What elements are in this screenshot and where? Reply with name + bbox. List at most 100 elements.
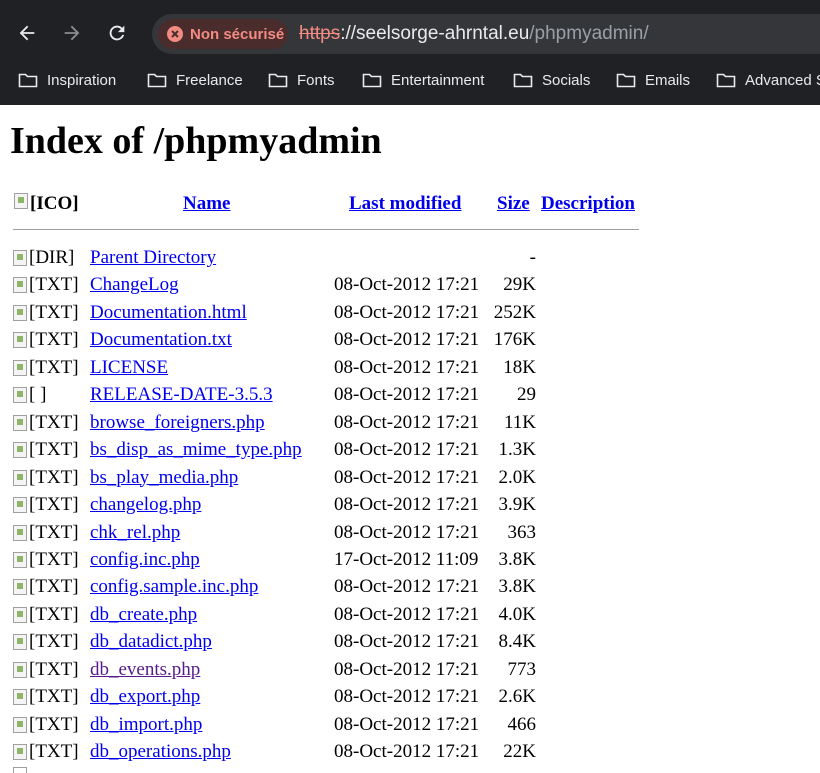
file-type-alt: [TXT] (29, 741, 79, 763)
broken-image-icon (13, 387, 27, 404)
broken-image-icon (13, 661, 27, 678)
security-chip[interactable]: Non sécurisé (158, 19, 288, 49)
file-name-cell: bs_disp_as_mime_type.php (90, 439, 302, 461)
back-button[interactable] (13, 19, 41, 47)
forward-button[interactable] (58, 19, 86, 47)
file-modified: 08-Oct-2012 17:21 (334, 631, 480, 653)
file-link[interactable]: db_import.php (90, 714, 202, 735)
folder-icon (18, 73, 38, 88)
file-size: 2.0K (498, 466, 536, 488)
bookmark-socials[interactable]: Socials (513, 62, 590, 98)
file-size: 773 (507, 658, 537, 680)
file-type-alt: [TXT] (29, 466, 79, 488)
broken-image-icon (13, 634, 27, 651)
file-link[interactable]: chk_rel.php (90, 522, 180, 543)
file-size: 29 (517, 384, 536, 406)
file-link[interactable]: db_operations.php (90, 741, 231, 762)
broken-image-icon (13, 469, 27, 486)
bookmark-emails[interactable]: Emails (616, 62, 690, 98)
file-modified: 08-Oct-2012 17:21 (334, 356, 480, 378)
file-modified: 08-Oct-2012 17:21 (334, 686, 480, 708)
file-size: 18K (503, 356, 536, 378)
broken-image-icon (13, 689, 27, 706)
file-link[interactable]: config.sample.inc.php (90, 576, 258, 597)
file-link[interactable]: db_create.php (90, 604, 197, 625)
file-type-alt: [TXT] (29, 603, 79, 625)
file-type-alt: [TXT] (29, 411, 79, 433)
file-name-cell: config.sample.inc.php (90, 576, 258, 598)
folder-icon (513, 73, 533, 88)
file-modified: 08-Oct-2012 17:21 (334, 603, 480, 625)
file-type-alt: [DIR] (29, 247, 75, 268)
broken-image-icon (13, 551, 27, 568)
file-link[interactable]: Parent Directory (90, 247, 216, 268)
file-link[interactable]: ChangeLog (90, 274, 179, 295)
arrow-right-icon (64, 25, 80, 41)
bookmark-entertainment[interactable]: Entertainment (362, 62, 484, 98)
file-name-cell: Parent Directory (90, 247, 216, 269)
file-link[interactable]: bs_disp_as_mime_type.php (90, 439, 302, 460)
header-icon-alt: [ICO] (30, 193, 79, 214)
bookmark-label: Inspiration (47, 71, 117, 89)
file-link[interactable]: config.inc.php (90, 549, 200, 570)
header-divider (13, 229, 639, 230)
file-type-icon: [TXT] (13, 576, 79, 598)
file-type-icon: [TXT] (13, 549, 79, 571)
file-type-alt: [TXT] (29, 713, 79, 735)
file-type-icon: [TXT] (13, 741, 79, 763)
broken-image-icon (13, 250, 27, 266)
sort-by-size-link[interactable]: Size (497, 193, 530, 214)
address-bar[interactable]: Non sécurisé https://seelsorge-ahrntal.e… (152, 14, 820, 54)
folder-icon (362, 73, 382, 88)
file-type-icon: [TXT] (13, 494, 79, 516)
file-size: 29K (503, 274, 536, 296)
file-link[interactable]: db_events.php (90, 659, 200, 680)
bookmark-label: Socials (542, 71, 591, 89)
sort-by-description-link[interactable]: Description (541, 193, 635, 214)
file-link[interactable]: db_datadict.php (90, 631, 212, 652)
file-link[interactable]: Documentation.txt (90, 329, 232, 350)
file-size: 2.6K (498, 686, 536, 708)
bookmark-inspiration[interactable]: Inspiration (18, 62, 116, 98)
bookmark-fonts[interactable]: Fonts (268, 62, 335, 98)
file-link[interactable]: bs_play_media.php (90, 467, 238, 488)
file-type-icon: [TXT] (13, 686, 79, 708)
file-size: 466 (507, 713, 537, 735)
file-name-cell: db_create.php (90, 604, 197, 626)
file-modified: 08-Oct-2012 17:21 (334, 466, 480, 488)
header-description: Description (541, 193, 635, 215)
file-name-cell: Documentation.txt (90, 329, 232, 351)
bookmark-label: Advanced S (745, 71, 820, 89)
url-path: /phpmyadmin/ (529, 23, 649, 44)
bookmark-advanced[interactable]: Advanced S (716, 62, 820, 98)
file-link[interactable]: db_export.php (90, 686, 200, 707)
file-link[interactable]: browse_foreigners.php (90, 412, 265, 433)
file-type-icon: [DIR] (13, 247, 74, 269)
file-size: 363 (507, 521, 537, 543)
file-size: 11K (503, 411, 536, 433)
file-link[interactable]: LICENSE (90, 357, 168, 378)
sort-by-modified-link[interactable]: Last modified (349, 193, 461, 214)
file-modified: 08-Oct-2012 17:21 (334, 384, 480, 406)
file-name-cell: chk_rel.php (90, 522, 180, 544)
file-link[interactable]: RELEASE-DATE-3.5.3 (90, 384, 273, 405)
file-name-cell: browse_foreigners.php (90, 412, 265, 434)
broken-image-icon (13, 359, 27, 376)
bookmark-freelance[interactable]: Freelance (147, 62, 243, 98)
file-name-cell: db_operations.php (90, 741, 231, 763)
file-type-icon: [TXT] (13, 412, 79, 434)
broken-image-icon (13, 442, 27, 459)
file-link[interactable]: Documentation.html (90, 302, 247, 323)
url-text[interactable]: https://seelsorge-ahrntal.eu/phpmyadmin/ (299, 23, 649, 45)
file-link[interactable]: changelog.php (90, 494, 201, 515)
reload-icon (109, 25, 125, 41)
file-type-icon: [TXT] (13, 522, 79, 544)
header-name: Name (183, 193, 230, 215)
reload-button[interactable] (103, 19, 131, 47)
file-size: 22K (503, 741, 536, 763)
file-type-icon: [TXT] (13, 302, 79, 324)
sort-by-name-link[interactable]: Name (183, 193, 230, 214)
header-last-modified: Last modified (349, 193, 461, 215)
broken-image-icon (13, 497, 27, 514)
file-type-alt: [TXT] (29, 548, 79, 570)
